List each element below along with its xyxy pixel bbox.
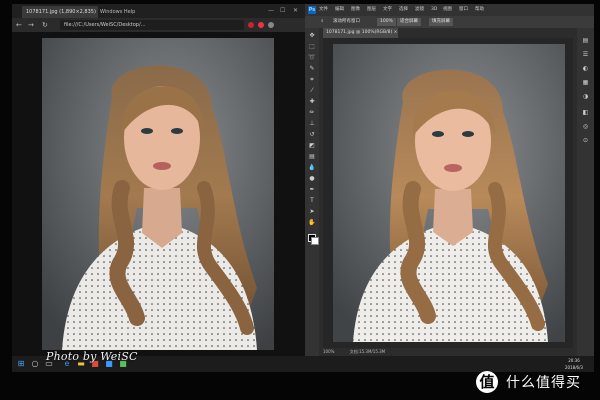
- gradient-tool-icon[interactable]: ▤: [308, 153, 316, 161]
- ps-canvas[interactable]: [323, 38, 573, 348]
- crop-tool-icon[interactable]: ⌗: [308, 76, 316, 84]
- layers-panel-icon[interactable]: ◧: [581, 108, 590, 117]
- type-tool-icon[interactable]: T: [308, 197, 316, 205]
- ps-options-bar: ⌕ 滚动所有窗口 100% 适合屏幕 填充屏幕: [305, 16, 594, 28]
- brand-watermark: 值 什么值得买: [476, 370, 581, 394]
- fill-screen-button[interactable]: 填充屏幕: [429, 18, 453, 26]
- clone-stamp-tool-icon[interactable]: ⊥: [308, 120, 316, 128]
- menu-type[interactable]: 文字: [383, 6, 392, 14]
- back-button[interactable]: ←: [16, 20, 22, 30]
- adjustments-panel-icon[interactable]: ◑: [581, 92, 590, 101]
- quick-select-tool-icon[interactable]: ✎: [308, 65, 316, 73]
- search-icon[interactable]: ○: [30, 359, 40, 369]
- browser-tab-active[interactable]: 1078171.jpg (1,890×2,835): [22, 6, 98, 18]
- minimize-button[interactable]: —: [268, 6, 274, 16]
- eraser-tool-icon[interactable]: ◩: [308, 142, 316, 150]
- menu-edit[interactable]: 编辑: [335, 6, 344, 14]
- blur-tool-icon[interactable]: 💧: [308, 164, 316, 172]
- menu-select[interactable]: 选择: [399, 6, 408, 14]
- paths-panel-icon[interactable]: ⊙: [581, 136, 590, 145]
- status-zoom: 100%: [323, 349, 335, 354]
- taskbar-clock[interactable]: 20:36 2018/6/3: [557, 357, 591, 371]
- photoshop-window: Ps 文件 编辑 图像 图层 文字 选择 滤镜 3D 视图 窗口 帮助 ⌕ 滚动…: [305, 4, 594, 356]
- menu-view[interactable]: 视图: [443, 6, 452, 14]
- browser-address-bar: ← → ↻ file:///C:/Users/WeiSC/Desktop/…: [12, 18, 305, 32]
- ps-status-bar: 100% 文档:15.3M/15.3M: [323, 348, 573, 356]
- browser-tab[interactable]: Windows Help: [96, 6, 154, 18]
- brand-text: 什么值得买: [506, 375, 581, 391]
- browser-window: 1078171.jpg (1,890×2,835) Windows Help —…: [12, 4, 305, 356]
- history-brush-tool-icon[interactable]: ↺: [308, 131, 316, 139]
- ps-toolbar: ✥ ⬚ ➰ ✎ ⌗ ⁄ ✚ ✏ ⊥ ↺ ◩ ▤ 💧 ● ✒ T ➤ ✋: [305, 28, 319, 356]
- menu-help[interactable]: 帮助: [475, 6, 484, 14]
- extension-icon[interactable]: [248, 22, 254, 28]
- color-panel-icon[interactable]: ◐: [581, 64, 590, 73]
- forward-button[interactable]: →: [28, 20, 34, 30]
- healing-brush-tool-icon[interactable]: ✚: [308, 98, 316, 106]
- menu-image[interactable]: 图像: [351, 6, 360, 14]
- menu-file[interactable]: 文件: [319, 6, 328, 14]
- zoom-level[interactable]: 100%: [377, 18, 396, 26]
- photo-watermark: Photo by WeiSC: [46, 350, 138, 363]
- image-viewer: [12, 32, 305, 356]
- background-color-swatch[interactable]: [311, 237, 319, 245]
- marquee-tool-icon[interactable]: ⬚: [308, 43, 316, 51]
- ps-menu-bar: Ps 文件 编辑 图像 图层 文字 选择 滤镜 3D 视图 窗口 帮助: [305, 4, 594, 16]
- brand-logo-icon: 值: [476, 371, 498, 393]
- url-input[interactable]: file:///C:/Users/WeiSC/Desktop/…: [60, 20, 244, 30]
- swatches-panel-icon[interactable]: ▦: [581, 78, 590, 87]
- properties-panel-icon[interactable]: ☰: [581, 50, 590, 59]
- photoshop-logo-icon: Ps: [308, 6, 316, 14]
- hand-tool-icon[interactable]: ✋: [308, 219, 316, 227]
- menu-window[interactable]: 窗口: [459, 6, 468, 14]
- menu-3d[interactable]: 3D: [431, 6, 437, 14]
- fit-screen-button[interactable]: 适合屏幕: [397, 18, 421, 26]
- dodge-tool-icon[interactable]: ●: [308, 175, 316, 183]
- eyedropper-tool-icon[interactable]: ⁄: [308, 87, 316, 95]
- menu-icon[interactable]: [268, 22, 274, 28]
- reload-button[interactable]: ↻: [42, 20, 48, 30]
- portrait-photo-edited: [333, 44, 565, 342]
- document-tab[interactable]: 1078171.jpg @ 100%(RGB/8) ×: [323, 28, 398, 38]
- windows-start-icon[interactable]: ⊞: [16, 359, 26, 369]
- zoom-tool-icon: ⌕: [321, 19, 324, 24]
- browser-tab-bar: 1078171.jpg (1,890×2,835) Windows Help —…: [12, 4, 305, 18]
- channels-panel-icon[interactable]: ◎: [581, 122, 590, 131]
- menu-layer[interactable]: 图层: [367, 6, 376, 14]
- pen-tool-icon[interactable]: ✒: [308, 186, 316, 194]
- path-select-tool-icon[interactable]: ➤: [308, 208, 316, 216]
- menu-filter[interactable]: 滤镜: [415, 6, 424, 14]
- move-tool-icon[interactable]: ✥: [308, 32, 316, 40]
- history-panel-icon[interactable]: ▤: [581, 36, 590, 45]
- clock-time: 20:36: [568, 358, 580, 363]
- status-doc-size: 文档:15.3M/15.3M: [349, 349, 386, 354]
- portrait-photo: [42, 38, 274, 350]
- brush-tool-icon[interactable]: ✏: [308, 109, 316, 117]
- ps-right-panel-dock: ▤ ☰ ◐ ▦ ◑ ◧ ◎ ⊙: [577, 28, 594, 356]
- scroll-all-windows-checkbox[interactable]: 滚动所有窗口: [333, 18, 360, 26]
- monitor-screen: 1078171.jpg (1,890×2,835) Windows Help —…: [12, 4, 594, 372]
- close-button[interactable]: ✕: [293, 6, 298, 16]
- extension-icon[interactable]: [258, 22, 264, 28]
- maximize-button[interactable]: ☐: [280, 6, 285, 16]
- lasso-tool-icon[interactable]: ➰: [308, 54, 316, 62]
